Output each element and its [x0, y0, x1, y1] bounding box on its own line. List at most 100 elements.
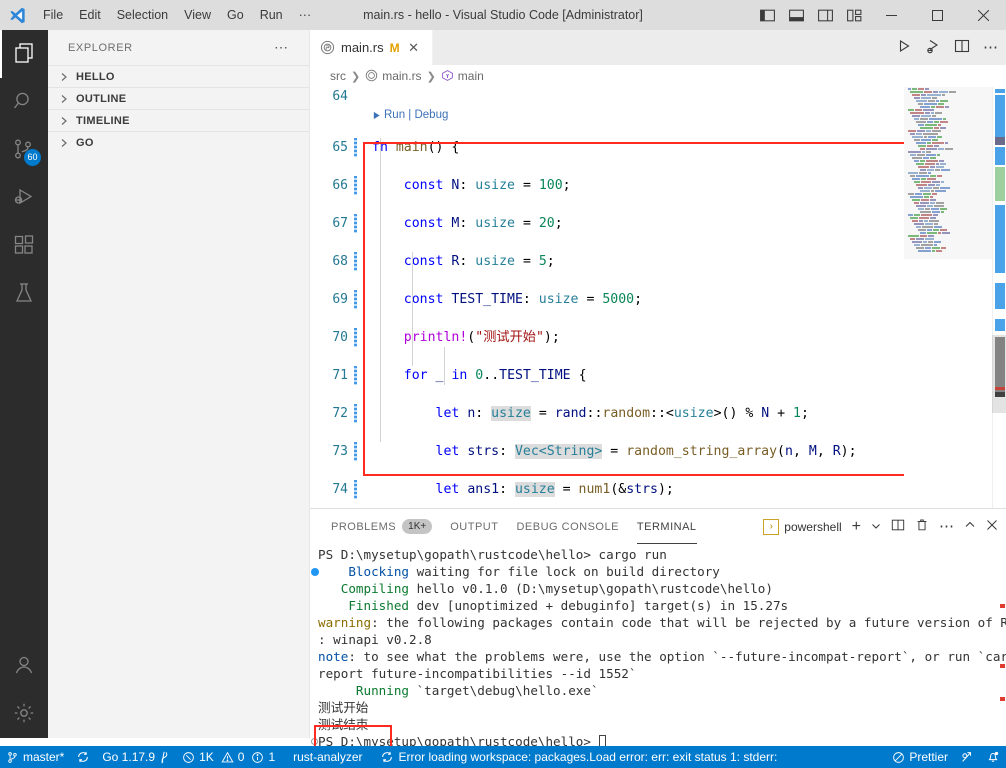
line-number: 68 [332, 254, 348, 269]
terminal-output[interactable]: PS D:\mysetup\gopath\rustcode\hello> car… [310, 544, 1006, 747]
tab-problems[interactable]: PROBLEMS 1K+ [322, 509, 441, 544]
vscode-logo-icon [0, 0, 35, 30]
breadcrumb-label: main.rs [382, 69, 422, 83]
menu-file[interactable]: File [35, 0, 71, 30]
toggle-primary-sidebar-icon[interactable] [759, 7, 776, 24]
activity-item-manage[interactable] [0, 690, 48, 738]
breadcrumb: src ❯ main.rs ❯ main [310, 65, 1006, 87]
menu-selection[interactable]: Selection [109, 0, 176, 30]
breadcrumb-item-src[interactable]: src [330, 69, 346, 83]
panel-tab-label: PROBLEMS [331, 520, 397, 533]
status-problems[interactable]: 1K 0 1 [176, 746, 281, 768]
menu-go[interactable]: Go [219, 0, 252, 30]
line-number: 65 [332, 140, 348, 155]
maximize-panel-icon[interactable] [964, 519, 976, 534]
terminal-selector[interactable]: › powershell [763, 518, 842, 535]
status-workspace-error[interactable]: Error loading workspace: packages.Load e… [374, 746, 783, 768]
tab-output[interactable]: OUTPUT [441, 509, 507, 544]
menu-edit[interactable]: Edit [71, 0, 109, 30]
explorer-sidebar: EXPLORER ⋯ HELLO OUTLINE TIMELINE GO [48, 30, 310, 738]
minimap-slider[interactable] [904, 87, 992, 259]
new-terminal-icon[interactable]: + [852, 518, 861, 534]
run-code-icon[interactable] [896, 38, 912, 57]
close-panel-icon[interactable] [986, 519, 998, 534]
menu-view[interactable]: View [176, 0, 219, 30]
tab-debug-console[interactable]: DEBUG CONSOLE [507, 509, 627, 544]
overview-ruler[interactable] [992, 87, 1006, 508]
sidebar-item-timeline[interactable]: TIMELINE [48, 109, 309, 131]
activity-item-search[interactable] [0, 78, 48, 126]
status-rust-analyzer[interactable]: rust-analyzer [287, 746, 368, 768]
status-notifications[interactable] [980, 746, 1006, 768]
menu-run[interactable]: Run [252, 0, 291, 30]
minimize-button[interactable] [868, 0, 914, 30]
terminal-icon: › [763, 518, 780, 535]
code-line: 71 for _ in 0..TEST_TIME { [310, 366, 910, 385]
activity-item-testing[interactable] [0, 270, 48, 318]
activity-item-run-and-debug[interactable] [0, 174, 48, 222]
panel-tab-label: DEBUG CONSOLE [516, 520, 619, 533]
codelens-run-debug[interactable]: Run | Debug [372, 106, 448, 125]
remote-icon [960, 750, 974, 764]
code-editor[interactable]: 64 Run | Debug 65 fn main() { 66 [310, 87, 1006, 508]
status-branch[interactable]: master* [0, 746, 70, 768]
code-text: let n: usize = rand::random::<usize>() %… [435, 406, 809, 421]
terminal-dropdown-icon[interactable] [871, 520, 881, 534]
sidebar-item-hello[interactable]: HELLO [48, 65, 309, 87]
more-actions-icon[interactable]: ⋯ [274, 39, 289, 56]
more-actions-icon[interactable]: ⋯ [939, 519, 954, 534]
code-line: 67 const M: usize = 20; [310, 214, 910, 233]
line-number: 70 [332, 330, 348, 345]
line-number: 73 [332, 444, 348, 459]
split-editor-icon[interactable] [954, 38, 970, 57]
info-icon [251, 751, 264, 764]
sidebar-item-outline[interactable]: OUTLINE [48, 87, 309, 109]
code-text: fn main() { [372, 140, 460, 155]
menu-more[interactable]: ··· [291, 0, 320, 30]
status-remote-explorer[interactable] [954, 746, 980, 768]
status-go-label: Go 1.17.9 [102, 750, 156, 764]
more-actions-icon[interactable]: ⋯ [983, 40, 998, 55]
code-line: 64 [310, 87, 910, 106]
play-icon [373, 111, 380, 120]
activity-item-explorer[interactable] [0, 30, 48, 78]
tab-main-rs[interactable]: main.rs M ✕ [310, 30, 433, 65]
terminal-line: 测试开始 [318, 700, 369, 715]
code-text: for _ in 0..TEST_TIME { [403, 368, 587, 383]
gutter-modified-marker [354, 442, 357, 461]
status-go-version[interactable]: Go 1.17.9 [96, 746, 176, 768]
activity-item-extensions[interactable] [0, 222, 48, 270]
activity-item-accounts[interactable] [0, 642, 48, 690]
status-prettier[interactable]: Prettier [886, 746, 954, 768]
minimap[interactable] [904, 87, 992, 508]
customize-layout-icon[interactable] [846, 7, 863, 24]
close-button[interactable] [960, 0, 1006, 30]
gutter-modified-marker [354, 480, 357, 499]
codelens-label[interactable]: Run | Debug [384, 106, 448, 125]
rust-file-icon [365, 69, 378, 83]
status-sync[interactable] [70, 746, 96, 768]
toggle-secondary-sidebar-icon[interactable] [817, 7, 834, 24]
run-and-debug-icon[interactable] [925, 38, 941, 57]
close-icon[interactable]: ✕ [406, 40, 422, 56]
maximize-button[interactable] [914, 0, 960, 30]
kill-terminal-icon[interactable] [915, 518, 929, 535]
sidebar-item-go[interactable]: GO [48, 131, 309, 153]
source-control-icon [6, 751, 19, 764]
title-bar: File Edit Selection View Go Run ··· main… [0, 0, 1006, 30]
overview-ruler-slider[interactable] [992, 335, 1006, 413]
tab-terminal[interactable]: TERMINAL [628, 509, 706, 544]
breadcrumb-item-symbol[interactable]: main [441, 69, 484, 83]
editor-actions: ⋯ [896, 30, 998, 65]
status-rust-analyzer-label: rust-analyzer [293, 750, 363, 764]
terminal-line: PS D:\mysetup\gopath\rustcode\hello> [310, 733, 1006, 747]
breadcrumb-item-file[interactable]: main.rs [365, 69, 422, 83]
status-error-count: 1K [199, 750, 214, 764]
gutter-modified-marker [354, 328, 357, 347]
toggle-panel-icon[interactable] [788, 7, 805, 24]
activity-item-source-control[interactable]: 60 [0, 126, 48, 174]
chevron-right-icon: ❯ [351, 70, 361, 83]
split-terminal-icon[interactable] [891, 518, 905, 535]
code-line: 70 println!("测试开始"); [310, 328, 910, 347]
code-line: 66 const N: usize = 100; [310, 176, 910, 195]
